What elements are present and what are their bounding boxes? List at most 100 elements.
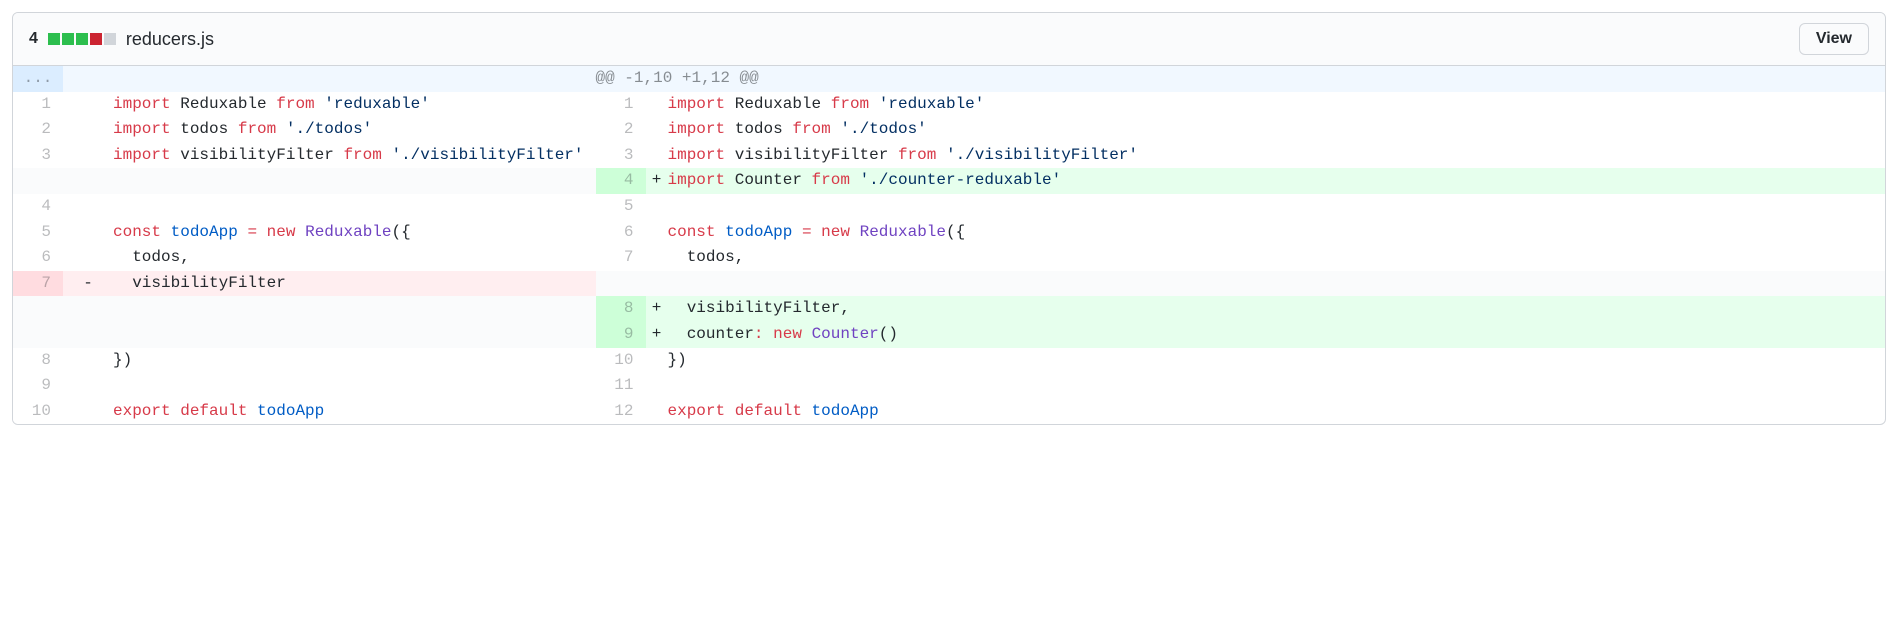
code-right[interactable]: import todos from './todos' [668, 117, 1886, 143]
line-number-right-new[interactable]: 3 [596, 143, 646, 169]
code-right[interactable] [668, 373, 1886, 399]
view-button[interactable]: View [1799, 23, 1869, 55]
line-number-left-old[interactable]: 5 [13, 220, 63, 246]
line-number-left-old[interactable]: 2 [13, 117, 63, 143]
line-number-left-old[interactable]: 4 [13, 194, 63, 220]
line-number-left-old[interactable]: 7 [13, 271, 63, 297]
line-number-left-old[interactable] [13, 322, 63, 348]
hunk-text: @@ -1,10 +1,12 @@ [596, 66, 1886, 92]
line-number-left-old[interactable]: 6 [13, 245, 63, 271]
line-number-right-new[interactable]: 11 [596, 373, 646, 399]
code-left[interactable]: todos, [113, 245, 596, 271]
diff-marker-left [63, 92, 113, 118]
diffstat [48, 33, 116, 45]
diff-marker-right [646, 373, 668, 399]
diff-marker-left [63, 373, 113, 399]
diff-marker-left [63, 194, 113, 220]
code-left[interactable]: }) [113, 348, 596, 374]
code-left[interactable] [113, 296, 596, 322]
diff-row: 2import todos from './todos'2import todo… [13, 117, 1885, 143]
diff-marker-right [646, 271, 668, 297]
expand-icon[interactable]: ... [13, 66, 63, 92]
code-right[interactable]: import Counter from './counter-reduxable… [668, 168, 1886, 194]
diff-marker-right [646, 348, 668, 374]
line-number-right-new[interactable]: 6 [596, 220, 646, 246]
code-left[interactable]: import todos from './todos' [113, 117, 596, 143]
code-right[interactable]: export default todoApp [668, 399, 1886, 425]
code-left[interactable] [113, 373, 596, 399]
code-right[interactable]: todos, [668, 245, 1886, 271]
line-number-right-new[interactable] [596, 271, 646, 297]
code-right[interactable]: const todoApp = new Reduxable({ [668, 220, 1886, 246]
diff-marker-right: + [646, 168, 668, 194]
diff-marker-right [646, 194, 668, 220]
hunk-num-blank [63, 66, 113, 92]
file-header-left: 4 reducers.js [29, 29, 214, 50]
diff-row: 1import Reduxable from 'reduxable'1impor… [13, 92, 1885, 118]
diff-marker-right: + [646, 322, 668, 348]
diff-marker-left [63, 348, 113, 374]
code-left[interactable]: export default todoApp [113, 399, 596, 425]
diff-marker-left [63, 322, 113, 348]
diff-marker-left [63, 220, 113, 246]
code-right[interactable] [668, 194, 1886, 220]
line-number-left-old[interactable]: 3 [13, 143, 63, 169]
diff-marker-right [646, 92, 668, 118]
line-number-left-old[interactable] [13, 296, 63, 322]
diff-marker-left [63, 399, 113, 425]
code-left[interactable]: const todoApp = new Reduxable({ [113, 220, 596, 246]
line-number-right-new[interactable]: 1 [596, 92, 646, 118]
diff-row: 7- visibilityFilter [13, 271, 1885, 297]
code-right[interactable]: import Reduxable from 'reduxable' [668, 92, 1886, 118]
code-left[interactable] [113, 194, 596, 220]
line-number-left-old[interactable]: 9 [13, 373, 63, 399]
filename[interactable]: reducers.js [126, 29, 214, 50]
line-number-right-new[interactable]: 7 [596, 245, 646, 271]
diff-marker-left [63, 245, 113, 271]
line-number-right-new[interactable]: 10 [596, 348, 646, 374]
diff-marker-right [646, 220, 668, 246]
diff-row: 9+ counter: new Counter() [13, 322, 1885, 348]
file-header: 4 reducers.js View [13, 13, 1885, 66]
diff-row: 10export default todoApp12export default… [13, 399, 1885, 425]
diff-marker-left: - [63, 271, 113, 297]
line-number-right-new[interactable]: 8 [596, 296, 646, 322]
line-number-left-old[interactable]: 8 [13, 348, 63, 374]
diffstat-square [76, 33, 88, 45]
code-left[interactable]: import visibilityFilter from './visibili… [113, 143, 596, 169]
diff-table: ... @@ -1,10 +1,12 @@ 1import Reduxable … [13, 66, 1885, 424]
diffstat-square [104, 33, 116, 45]
line-number-left-old[interactable]: 1 [13, 92, 63, 118]
line-number-right-new[interactable]: 5 [596, 194, 646, 220]
line-number-left-old[interactable]: 10 [13, 399, 63, 425]
code-left[interactable] [113, 168, 596, 194]
line-number-right-new[interactable]: 12 [596, 399, 646, 425]
diff-marker-right: + [646, 296, 668, 322]
code-right[interactable]: import visibilityFilter from './visibili… [668, 143, 1886, 169]
line-number-right-new[interactable]: 9 [596, 322, 646, 348]
hunk-header-row: ... @@ -1,10 +1,12 @@ [13, 66, 1885, 92]
code-right[interactable]: counter: new Counter() [668, 322, 1886, 348]
code-left[interactable]: visibilityFilter [113, 271, 596, 297]
diff-marker-right [646, 245, 668, 271]
hunk-marker [113, 66, 596, 92]
diff-marker-right [646, 399, 668, 425]
diff-file: 4 reducers.js View ... @@ -1,10 +1,12 @@… [12, 12, 1886, 425]
diff-marker-left [63, 117, 113, 143]
diff-marker-left [63, 168, 113, 194]
line-number-right-new[interactable]: 2 [596, 117, 646, 143]
diffstat-square [90, 33, 102, 45]
diff-marker-left [63, 143, 113, 169]
code-left[interactable]: import Reduxable from 'reduxable' [113, 92, 596, 118]
diff-row: 9 11 [13, 373, 1885, 399]
diff-marker-left [63, 296, 113, 322]
diffstat-square [62, 33, 74, 45]
code-right[interactable] [668, 271, 1886, 297]
line-number-left-old[interactable] [13, 168, 63, 194]
code-right[interactable]: visibilityFilter, [668, 296, 1886, 322]
code-right[interactable]: }) [668, 348, 1886, 374]
line-number-right-new[interactable]: 4 [596, 168, 646, 194]
diff-row: 45 [13, 194, 1885, 220]
diff-row: 4+import Counter from './counter-reduxab… [13, 168, 1885, 194]
code-left[interactable] [113, 322, 596, 348]
